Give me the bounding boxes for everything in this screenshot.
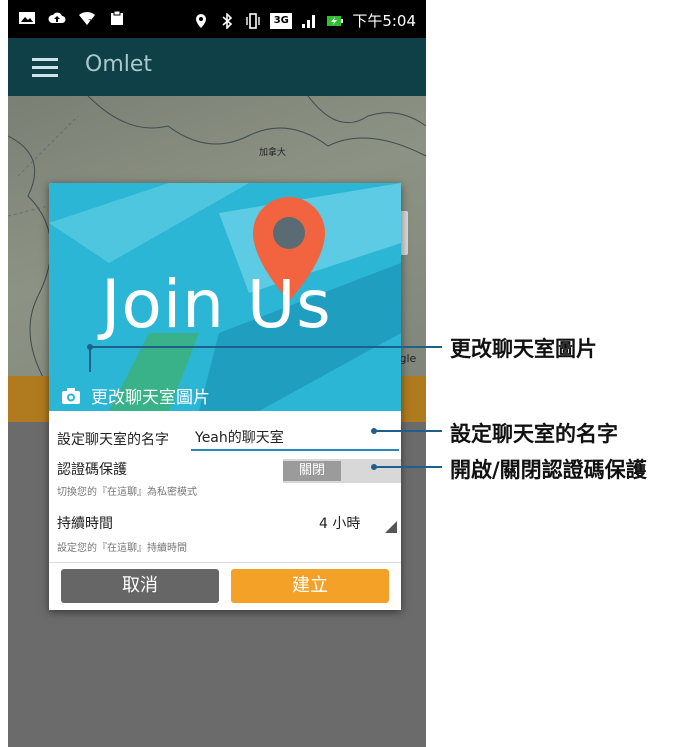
status-time: 下午5:04: [352, 12, 416, 30]
wifi-icon: ?: [79, 11, 95, 26]
pin-row: 認證碼保護 切換您的『在這聊』為私密模式 關閉: [57, 459, 401, 503]
cancel-button[interactable]: 取消: [61, 569, 219, 603]
duration-value: 4 小時: [319, 516, 361, 532]
cloud-upload-icon: [48, 12, 66, 23]
app-bar: Omlet: [8, 38, 426, 96]
app-title: Omlet: [85, 52, 153, 77]
callout-line-photo: [89, 346, 442, 348]
dropdown-corner-icon: [385, 521, 397, 533]
pin-toggle[interactable]: 關閉: [283, 459, 401, 483]
pin-toggle-knob: 關閉: [283, 461, 341, 481]
change-photo-button[interactable]: 更改聊天室圖片: [61, 383, 210, 408]
pin-description: 切換您的『在這聊』為私密模式: [57, 487, 197, 498]
3g-icon: 3G: [270, 12, 293, 29]
phone-screen: ? 3G 下午5:04 Omlet 加拿大 oogle Join Us 更改聊天…: [8, 0, 426, 747]
bluetooth-icon: [222, 12, 233, 29]
clipboard-icon: [111, 10, 123, 25]
duration-description: 設定您的『在這聊』持續時間: [57, 543, 187, 554]
location-icon: [196, 13, 207, 28]
svg-text:?: ?: [88, 18, 92, 26]
image-icon: [19, 12, 35, 24]
chat-room-image[interactable]: Join Us 更改聊天室圖片: [49, 183, 401, 411]
callout-photo: 更改聊天室圖片: [450, 337, 597, 361]
create-button[interactable]: 建立: [231, 569, 389, 603]
menu-icon[interactable]: [32, 58, 58, 78]
callout-line-pin: [374, 466, 442, 468]
name-label: 設定聊天室的名字: [57, 432, 169, 448]
change-photo-label: 更改聊天室圖片: [91, 388, 210, 408]
vibrate-icon: [246, 12, 261, 29]
callout-line-name: [374, 430, 442, 432]
pin-label: 認證碼保護: [57, 462, 127, 478]
callout-line-photo-v: [89, 346, 91, 372]
name-row: 設定聊天室的名字: [57, 425, 399, 453]
banner-title: Join Us: [101, 266, 332, 343]
create-chat-dialog: Join Us 更改聊天室圖片 設定聊天室的名字 認證碼保護 切換您的『在這聊』…: [49, 183, 401, 610]
duration-select[interactable]: 4 小時: [319, 513, 397, 535]
duration-label: 持續時間: [57, 516, 113, 532]
battery-charging-icon: [327, 15, 344, 26]
duration-row: 持續時間 設定您的『在這聊』持續時間 4 小時: [57, 513, 397, 557]
signal-icon: [302, 14, 316, 28]
dialog-divider: [49, 562, 401, 563]
map-label-country: 加拿大: [259, 148, 287, 158]
callout-name: 設定聊天室的名字: [450, 422, 618, 446]
callout-pin: 開啟/關閉認證碼保護: [450, 458, 647, 482]
camera-icon: [62, 387, 80, 404]
chat-name-input[interactable]: [191, 425, 399, 451]
status-bar: ? 3G 下午5:04: [8, 0, 426, 38]
